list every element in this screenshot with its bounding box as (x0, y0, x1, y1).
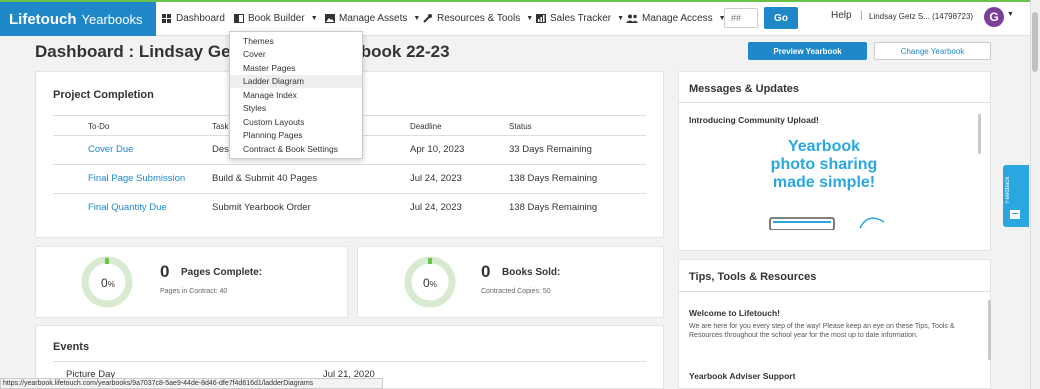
progress-marker (105, 258, 109, 264)
pages-complete-label: Pages Complete: (181, 267, 263, 278)
image-icon (325, 13, 335, 23)
feedback-icon (1010, 210, 1020, 219)
menu-item-styles[interactable]: Styles (230, 102, 362, 115)
menu-item-manage-index[interactable]: Manage Index (230, 89, 362, 102)
table-cell-deadline: Jul 24, 2023 (410, 173, 462, 184)
tablet-illustration (769, 217, 885, 230)
column-header-task: Task (212, 122, 229, 131)
table-cell-task: Submit Yearbook Order (212, 202, 311, 213)
todo-link-final-page-submission[interactable]: Final Page Submission (88, 173, 185, 184)
nav-separator: | (860, 10, 863, 21)
nav-manage-access[interactable]: Manage Access ▼ (626, 2, 726, 34)
preview-yearbook-button[interactable]: Preview Yearbook (748, 42, 867, 60)
book-builder-dropdown: Themes Cover Master Pages Ladder Diagram… (229, 31, 363, 159)
welcome-title: Welcome to Lifetouch! (689, 308, 780, 318)
table-cell-deadline: Apr 10, 2023 (410, 144, 465, 155)
menu-item-themes[interactable]: Themes (230, 35, 362, 48)
project-completion-title: Project Completion (53, 89, 154, 101)
menu-item-planning-pages[interactable]: Planning Pages (230, 129, 362, 142)
page-title-left: Dashboard : Lindsay Getz (35, 42, 245, 61)
promo-line: photo sharing (770, 156, 878, 173)
menu-item-contract-book-settings[interactable]: Contract & Book Settings (230, 143, 362, 156)
wrench-icon (423, 13, 432, 23)
chevron-down-icon: ▼ (413, 14, 421, 22)
column-header-deadline: Deadline (410, 122, 442, 131)
promo-line: Yearbook (787, 138, 861, 155)
menu-item-master-pages[interactable]: Master Pages (230, 62, 362, 75)
divider (679, 291, 990, 292)
nav-manage-access-label: Manage Access (642, 12, 713, 24)
pages-percent: 0% (101, 276, 115, 290)
messages-scrollbar[interactable] (978, 114, 981, 154)
message-headline[interactable]: Introducing Community Upload! (689, 115, 819, 125)
books-percent: 0% (423, 276, 437, 290)
status-bar-url: https://yearbook.lifetouch.com/yearbooks… (0, 378, 383, 389)
messages-title: Messages & Updates (689, 83, 800, 95)
brand-name-rest: Yearbooks (81, 11, 143, 27)
help-link[interactable]: Help (831, 10, 852, 21)
column-header-todo: To-Do (88, 122, 110, 131)
chevron-down-icon: ▼ (617, 14, 625, 22)
table-cell-task: Build & Submit 40 Pages (212, 173, 318, 184)
welcome-body: We are here for you every step of the wa… (689, 323, 955, 339)
divider (53, 164, 646, 165)
divider (679, 102, 990, 103)
nav-dashboard-label: Dashboard (176, 12, 225, 24)
user-name[interactable]: Lindsay Getz S... (14798723) (869, 12, 973, 21)
table-cell-task: Des (212, 144, 229, 155)
nav-sales-tracker[interactable]: Sales Tracker ▼ (536, 2, 624, 34)
menu-item-cover[interactable]: Cover (230, 48, 362, 61)
promo-banner[interactable]: Yearbook photo sharing made simple! (689, 138, 959, 192)
chevron-down-icon: ▼ (310, 14, 318, 22)
chevron-down-icon: ▼ (526, 14, 534, 22)
feedback-label: Feedback (1005, 176, 1011, 204)
tips-scrollbar[interactable] (988, 300, 991, 360)
search-input[interactable] (724, 8, 758, 28)
page-scrollbar-thumb[interactable] (1032, 12, 1038, 72)
books-sold-label: Books Sold: (502, 267, 561, 278)
contracted-copies: Contracted Copies: 50 (481, 288, 551, 295)
book-icon (234, 13, 244, 23)
progress-marker (428, 258, 432, 264)
table-cell-deadline: Jul 24, 2023 (410, 202, 462, 213)
brand-name-bold: Lifetouch (9, 10, 77, 28)
dashboard-grid-icon (162, 13, 171, 23)
table-cell-status: 138 Days Remaining (509, 173, 598, 184)
pages-complete-value: 0 (160, 262, 170, 281)
events-title: Events (53, 341, 90, 353)
adviser-support-title[interactable]: Yearbook Adviser Support (689, 371, 795, 381)
table-cell-status: 138 Days Remaining (509, 202, 598, 213)
nav-manage-assets[interactable]: Manage Assets ▼ (325, 2, 420, 34)
table-cell-status: 33 Days Remaining (509, 144, 592, 155)
nav-resources-tools-label: Resources & Tools (437, 12, 521, 24)
books-sold-value: 0 (481, 262, 491, 281)
todo-link-final-quantity-due[interactable]: Final Quantity Due (88, 202, 167, 213)
tips-title: Tips, Tools & Resources (689, 271, 817, 283)
column-header-status: Status (509, 122, 532, 131)
nav-sales-tracker-label: Sales Tracker (550, 12, 612, 24)
chevron-down-icon[interactable]: ▼ (1007, 11, 1014, 18)
nav-resources-tools[interactable]: Resources & Tools ▼ (423, 2, 533, 34)
avatar[interactable]: G (984, 7, 1004, 27)
todo-link-cover-due[interactable]: Cover Due (88, 144, 133, 155)
divider (53, 193, 646, 194)
nav-dashboard[interactable]: Dashboard (162, 2, 225, 34)
users-icon (626, 14, 638, 23)
nav-book-builder[interactable]: Book Builder ▼ (234, 2, 318, 34)
pages-in-contract: Pages in Contract: 40 (160, 288, 228, 295)
divider (53, 361, 646, 362)
menu-item-custom-layouts[interactable]: Custom Layouts (230, 116, 362, 129)
chart-icon (536, 13, 546, 23)
promo-line: made simple! (772, 174, 876, 191)
go-button[interactable]: Go (764, 7, 798, 29)
brand-logo[interactable]: Lifetouch Yearbooks (0, 2, 156, 36)
nav-manage-assets-label: Manage Assets (339, 12, 408, 24)
menu-item-ladder-diagram[interactable]: Ladder Diagram (230, 75, 362, 88)
nav-book-builder-label: Book Builder (248, 12, 305, 24)
change-yearbook-button[interactable]: Change Yearbook (874, 42, 991, 60)
